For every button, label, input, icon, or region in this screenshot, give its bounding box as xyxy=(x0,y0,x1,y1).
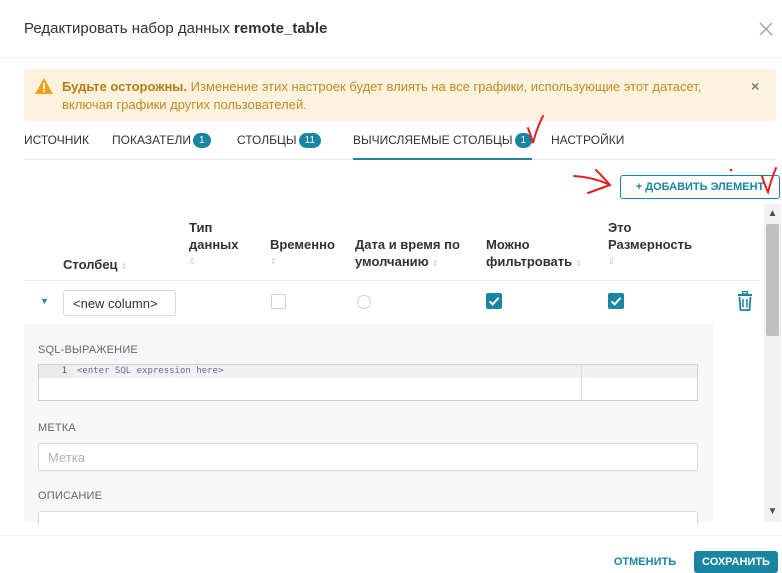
header-divider xyxy=(24,280,760,281)
caret-down-icon[interactable]: ▼ xyxy=(40,296,49,306)
tab-badge: 11 xyxy=(298,133,321,148)
tab-label: СТОЛБЦЫ xyxy=(237,133,297,147)
default-datetime-radio[interactable] xyxy=(357,295,371,309)
sort-icon[interactable]: ⇕ xyxy=(121,262,128,271)
column-header-label: Размерность xyxy=(608,237,693,252)
annotation-dot xyxy=(729,168,733,172)
sql-expression-editor[interactable]: 1 <enter SQL expression here> xyxy=(38,364,698,401)
modal-title-prefix: Редактировать набор данных xyxy=(24,20,230,37)
sort-icon[interactable]: ⇕ xyxy=(608,253,692,270)
editor-print-margin xyxy=(581,365,582,400)
scrollbar[interactable]: ▲ ▼ xyxy=(764,204,781,522)
temporal-checkbox[interactable] xyxy=(271,294,286,309)
column-header-label: Временно xyxy=(270,237,335,252)
warning-alert: Будьте осторожны. Изменение этих настрое… xyxy=(24,69,776,121)
tab-source[interactable]: ИСТОЧНИК xyxy=(24,133,89,160)
tab-badge: 1 xyxy=(192,133,211,148)
modal-title-dataset-name: remote_table xyxy=(233,20,328,37)
tab-label: НАСТРОЙКИ xyxy=(551,133,625,147)
cancel-button[interactable]: ОТМЕНИТЬ xyxy=(605,551,685,573)
tab-label: ИСТОЧНИК xyxy=(24,133,90,147)
column-header-dimension[interactable]: Это Размерность ⇕ xyxy=(608,219,692,270)
sort-icon[interactable]: ⇕ xyxy=(432,259,439,268)
modal-title: Редактировать набор данных remote_table xyxy=(24,20,327,37)
description-input[interactable] xyxy=(38,511,698,524)
check-icon xyxy=(488,297,500,306)
scroll-up-arrow[interactable]: ▲ xyxy=(764,208,781,220)
label-field-label: МЕТКА xyxy=(38,422,76,434)
close-icon[interactable] xyxy=(757,20,775,38)
scroll-thumb[interactable] xyxy=(766,224,779,336)
column-header-label: фильтровать xyxy=(486,254,573,269)
tab-columns[interactable]: СТОЛБЦЫ 11 xyxy=(237,133,321,160)
sort-icon[interactable]: ⇕ xyxy=(575,259,582,268)
column-header-default-datetime[interactable]: Дата и время по умолчанию ⇕ xyxy=(355,236,460,272)
column-header-column[interactable]: Столбец ⇕ xyxy=(63,256,127,275)
tab-label: ПОКАЗАТЕЛИ xyxy=(112,133,191,147)
filterable-checkbox[interactable] xyxy=(486,293,502,309)
add-item-button[interactable]: + ДОБАВИТЬ ЭЛЕМЕНТ xyxy=(620,175,780,199)
save-button[interactable]: СОХРАНИТЬ xyxy=(694,551,778,573)
annotation-arrow xyxy=(573,169,612,194)
alert-close-icon[interactable]: × xyxy=(751,78,759,94)
sql-expression-placeholder: <enter SQL expression here> xyxy=(73,365,697,378)
description-field-label: ОПИСАНИЕ xyxy=(38,490,103,502)
modal-header: Редактировать набор данных remote_table xyxy=(0,0,782,58)
warning-bold: Будьте осторожны. xyxy=(62,79,188,94)
tab-calculated-columns[interactable]: ВЫЧИСЛЯЕМЫЕ СТОЛБЦЫ 1 xyxy=(353,133,533,160)
sort-icon[interactable]: ⇕ xyxy=(270,253,335,270)
editor-line-number: 1 xyxy=(39,365,73,378)
column-header-temporal[interactable]: Временно ⇕ xyxy=(270,236,335,270)
sql-expression-label: SQL-ВЫРАЖЕНИЕ xyxy=(38,344,138,356)
tab-settings[interactable]: НАСТРОЙКИ xyxy=(551,133,624,160)
column-header-label: данных xyxy=(189,237,239,252)
warning-icon xyxy=(35,78,53,94)
sort-icon[interactable]: ⇕ xyxy=(189,253,239,270)
column-name-input[interactable]: <new column> xyxy=(63,290,176,316)
column-header-label: Дата и время по xyxy=(355,237,460,252)
column-header-filterable[interactable]: Можно фильтровать ⇕ xyxy=(486,236,582,272)
column-header-label: Столбец xyxy=(63,257,118,272)
trash-icon[interactable] xyxy=(737,291,753,311)
tab-label: ВЫЧИСЛЯЕМЫЕ СТОЛБЦЫ xyxy=(353,133,513,147)
label-input[interactable]: Метка xyxy=(38,443,698,471)
column-header-label: Можно xyxy=(486,237,530,252)
column-header-label: умолчанию xyxy=(355,254,429,269)
warning-text: Будьте осторожны. Изменение этих настрое… xyxy=(62,78,742,114)
tab-bar: ИСТОЧНИК ПОКАЗАТЕЛИ 1 СТОЛБЦЫ 11 ВЫЧИСЛЯЕМ… xyxy=(24,126,776,160)
column-header-label: Это xyxy=(608,220,632,235)
check-icon xyxy=(610,297,622,306)
column-header-data-type[interactable]: Тип данных ⇕ xyxy=(189,219,239,270)
column-header-label: Тип xyxy=(189,220,213,235)
dimension-checkbox[interactable] xyxy=(608,293,624,309)
tab-badge: 1 xyxy=(514,133,533,148)
scroll-down-arrow[interactable]: ▼ xyxy=(764,506,781,518)
row-detail-panel: SQL-ВЫРАЖЕНИЕ 1 <enter SQL expression he… xyxy=(24,324,713,524)
tab-metrics[interactable]: ПОКАЗАТЕЛИ 1 xyxy=(112,133,211,160)
